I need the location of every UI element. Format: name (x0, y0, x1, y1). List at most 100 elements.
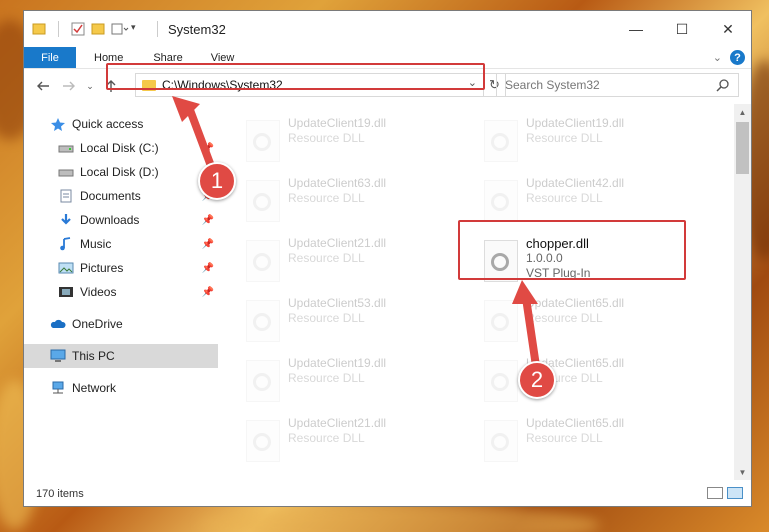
dll-file-icon (484, 120, 518, 162)
file-name: UpdateClient65.dll (526, 296, 625, 310)
dll-file-icon (484, 360, 518, 402)
background-foliage (200, 505, 600, 532)
content-area: Quick access Local Disk (C:) 📌 Local Dis… (24, 104, 751, 480)
vertical-scrollbar[interactable]: ▲ ▼ (734, 104, 751, 480)
sidebar-item-documents[interactable]: Documents 📌 (24, 184, 218, 208)
sidebar-item-label: Downloads (80, 213, 140, 227)
file-name: UpdateClient65.dll (526, 416, 625, 430)
window-title: System32 (168, 21, 226, 37)
sidebar-item-quick-access[interactable]: Quick access (24, 112, 218, 136)
file-type: Resource DLL (526, 311, 603, 325)
pin-icon[interactable]: 📌 (202, 239, 214, 250)
expand-ribbon-icon[interactable]: ⌄ (713, 51, 722, 64)
dll-file-icon (246, 420, 280, 462)
sidebar-item-local-disk-d[interactable]: Local Disk (D:) 📌 (24, 160, 218, 184)
sidebar-item-label: Documents (80, 189, 141, 203)
pin-icon[interactable]: 📌 (202, 263, 214, 274)
navigation-pane: Quick access Local Disk (C:) 📌 Local Dis… (24, 104, 218, 480)
sidebar-item-this-pc[interactable]: This PC (24, 344, 218, 368)
dll-file-icon (246, 120, 280, 162)
minimize-button[interactable]: — (613, 11, 659, 47)
quick-access-toolbar: ▾ (24, 21, 164, 37)
sidebar-item-pictures[interactable]: Pictures 📌 (24, 256, 218, 280)
recent-locations-button[interactable]: ⌄ (82, 73, 98, 99)
arrow-left-icon (37, 81, 49, 91)
dll-file-icon (246, 240, 280, 282)
file-item[interactable]: UpdateClient19.dll Resource DLL (246, 356, 476, 412)
sidebar-item-local-disk-c[interactable]: Local Disk (C:) 📌 (24, 136, 218, 160)
file-type: Resource DLL (288, 251, 365, 265)
sidebar-item-music[interactable]: Music 📌 (24, 232, 218, 256)
sidebar-item-onedrive[interactable]: OneDrive (24, 312, 218, 336)
sidebar-item-label: Local Disk (C:) (80, 141, 159, 155)
pin-icon[interactable]: 📌 (202, 143, 214, 154)
item-count: 170 items (36, 487, 84, 500)
folder-icon[interactable] (32, 22, 46, 36)
view-toggle (707, 487, 743, 499)
sidebar-item-label: Quick access (72, 117, 144, 131)
sidebar-item-label: This PC (72, 349, 115, 363)
file-type: Resource DLL (526, 431, 603, 445)
title-bar: ▾ System32 — ☐ ✕ (24, 11, 751, 47)
back-button[interactable] (30, 73, 56, 99)
tab-file[interactable]: File (24, 47, 76, 68)
file-item[interactable]: UpdateClient21.dll Resource DLL (246, 416, 476, 472)
file-type: Resource DLL (288, 371, 365, 385)
dll-file-icon (484, 300, 518, 342)
address-bar-highlight (106, 63, 485, 90)
file-type: Resource DLL (526, 191, 603, 205)
status-bar: 170 items (24, 481, 751, 506)
file-item[interactable]: UpdateClient53.dll Resource DLL (246, 296, 476, 352)
sidebar-item-network[interactable]: Network (24, 376, 218, 400)
sidebar-item-label: Local Disk (D:) (80, 165, 159, 179)
drive-icon (58, 169, 74, 177)
scroll-up-icon[interactable]: ▲ (734, 104, 751, 120)
tiles-view-icon[interactable] (727, 487, 743, 499)
videos-icon (59, 287, 73, 297)
file-item[interactable]: UpdateClient19.dll Resource DLL (246, 116, 476, 172)
forward-button[interactable] (56, 73, 82, 99)
file-item[interactable]: UpdateClient63.dll Resource DLL (246, 176, 476, 232)
file-name: UpdateClient21.dll (288, 416, 387, 430)
new-folder-icon[interactable] (91, 22, 105, 36)
file-item[interactable]: UpdateClient65.dll Resource DLL (484, 416, 714, 472)
file-item[interactable]: UpdateClient21.dll Resource DLL (246, 236, 476, 292)
scroll-down-icon[interactable]: ▼ (734, 464, 751, 480)
documents-icon (60, 189, 72, 203)
file-type: Resource DLL (288, 131, 365, 145)
search-input[interactable]: Search System32 (496, 73, 739, 97)
help-icon[interactable]: ? (730, 50, 745, 65)
customize-toolbar-icon[interactable]: ▾ (131, 22, 145, 36)
file-highlight (458, 220, 686, 280)
file-type: Resource DLL (288, 431, 365, 445)
file-name: UpdateClient53.dll (288, 296, 387, 310)
scroll-thumb[interactable] (736, 122, 749, 174)
close-button[interactable]: ✕ (705, 11, 751, 47)
callout-badge-1: 1 (198, 162, 236, 200)
pin-icon[interactable]: 📌 (202, 215, 214, 226)
details-view-icon[interactable] (707, 487, 723, 499)
properties-icon[interactable] (71, 22, 85, 36)
maximize-button[interactable]: ☐ (659, 11, 705, 47)
chevron-down-icon: ⌄ (86, 80, 94, 91)
view-options-icon[interactable] (111, 22, 129, 36)
search-placeholder: Search System32 (505, 78, 600, 92)
file-type: Resource DLL (288, 191, 365, 205)
download-icon (61, 214, 71, 225)
search-icon[interactable] (716, 78, 730, 92)
sidebar-item-downloads[interactable]: Downloads 📌 (24, 208, 218, 232)
music-icon (60, 237, 71, 251)
star-icon (51, 118, 65, 131)
file-item[interactable]: UpdateClient65.dll Resource DLL (484, 296, 714, 352)
file-type: Resource DLL (526, 131, 603, 145)
file-type: Resource DLL (288, 311, 365, 325)
sidebar-item-videos[interactable]: Videos 📌 (24, 280, 218, 304)
pin-icon[interactable]: 📌 (202, 287, 214, 298)
dll-file-icon (246, 360, 280, 402)
dll-file-icon (484, 420, 518, 462)
network-icon (52, 381, 64, 394)
dll-file-icon (246, 180, 280, 222)
file-name: UpdateClient19.dll (526, 116, 625, 130)
window-controls: — ☐ ✕ (613, 11, 751, 47)
file-item[interactable]: UpdateClient19.dll Resource DLL (484, 116, 714, 172)
